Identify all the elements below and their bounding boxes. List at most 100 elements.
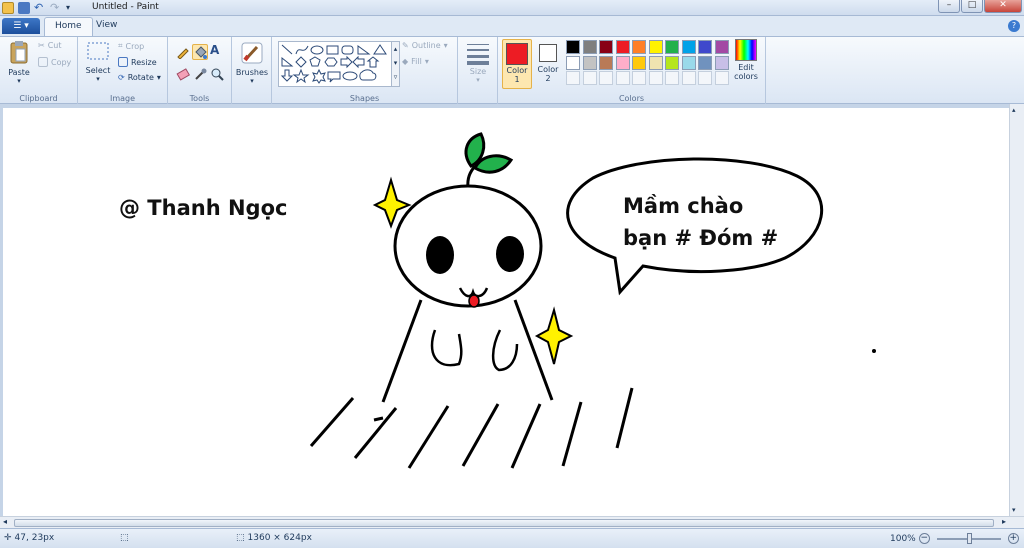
crop-label: Crop — [125, 41, 145, 51]
scroll-down-icon[interactable]: ▾ — [1012, 506, 1016, 514]
resize-label: Resize — [131, 57, 157, 67]
shapes-gallery-scroll[interactable]: ▴ ▾ ▿ — [392, 41, 400, 87]
size-button[interactable]: Size ▾ — [462, 41, 494, 84]
palette-swatch[interactable] — [665, 71, 679, 85]
minimize-button[interactable]: – — [938, 0, 960, 13]
zoom-slider-thumb[interactable] — [966, 532, 972, 544]
save-icon[interactable] — [18, 2, 30, 14]
palette-swatch[interactable] — [665, 40, 679, 54]
zoom-out-icon[interactable]: − — [918, 533, 930, 544]
shapes-group: ▴ ▾ ▿ ✎ Outline ▾ ◆ Fill ▾ Shapes — [272, 37, 458, 105]
resize-icon — [118, 57, 128, 67]
fill-icon[interactable] — [192, 44, 208, 60]
outline-dropdown-icon: ▾ — [443, 41, 448, 50]
palette-swatch[interactable] — [665, 55, 679, 70]
select-button[interactable]: Select ▾ — [84, 40, 112, 83]
palette-swatch[interactable] — [566, 71, 580, 85]
rotate-label: Rotate — [127, 73, 154, 82]
scroll-left-icon[interactable]: ◂ — [3, 517, 7, 526]
left-arm — [430, 329, 463, 367]
brushes-button[interactable]: Brushes ▾ — [235, 40, 269, 85]
zoom-level: 100% — [890, 533, 916, 544]
rotate-button[interactable]: ⟳ Rotate ▾ — [118, 73, 161, 82]
palette-swatch[interactable] — [681, 55, 696, 70]
palette-swatch[interactable] — [632, 55, 646, 70]
canvas-area: @ Thanh Ngọc Mầm chào bạn # Đóm # — [0, 104, 1024, 516]
brushes-group: Brushes ▾ — [232, 37, 272, 105]
fill-button[interactable]: ◆ Fill ▾ — [402, 57, 429, 66]
help-icon[interactable]: ? — [1008, 20, 1020, 32]
resize-button[interactable]: Resize — [118, 57, 157, 67]
palette-swatch[interactable] — [698, 71, 712, 85]
palette-swatch[interactable] — [566, 55, 580, 70]
palette-swatch[interactable] — [599, 71, 613, 85]
scroll-right-icon[interactable]: ▸ — [1002, 517, 1006, 526]
palette-swatch[interactable] — [599, 40, 613, 54]
palette-swatch[interactable] — [714, 55, 729, 70]
palette-swatch[interactable] — [648, 55, 663, 70]
bubble-text-line1: Mầm chào — [623, 194, 744, 218]
shapes-gallery[interactable] — [278, 41, 392, 87]
palette-swatch[interactable] — [582, 40, 597, 54]
horizontal-scrollbar[interactable]: ◂ ▸ — [0, 516, 1024, 528]
zoom-in-icon[interactable]: + — [1007, 533, 1019, 544]
undo-icon[interactable]: ↶ — [34, 2, 46, 14]
paint-menu-button[interactable]: ☰ ▾ — [2, 18, 40, 34]
vertical-scrollbar[interactable]: ▴ ▾ — [1009, 104, 1024, 516]
palette-swatch[interactable] — [615, 55, 630, 70]
size-group: Size ▾ — [458, 37, 498, 105]
drawing-canvas[interactable]: @ Thanh Ngọc Mầm chào bạn # Đóm # — [3, 108, 1009, 516]
colors-group-label: Colors — [618, 94, 645, 103]
paint-app-icon[interactable] — [2, 2, 14, 14]
brushes-dropdown-icon: ▾ — [250, 77, 254, 85]
palette-swatch[interactable] — [648, 71, 663, 85]
palette-swatch[interactable] — [681, 40, 696, 54]
palette-swatch[interactable] — [615, 40, 630, 54]
eraser-icon[interactable] — [176, 67, 190, 81]
scroll-up-icon[interactable]: ▴ — [1012, 106, 1016, 114]
color1-number: 1 — [514, 75, 520, 84]
palette-swatch[interactable] — [648, 40, 663, 54]
color1-button[interactable]: Color 1 — [502, 39, 532, 89]
image-dimensions: ⬚ 1360 × 624px — [236, 533, 312, 543]
edit-colors-button[interactable]: Edit colors — [732, 39, 760, 81]
palette-swatch[interactable] — [698, 55, 712, 70]
selection-size: ⬚ — [120, 533, 129, 543]
pencil-icon[interactable] — [176, 45, 190, 59]
palette-swatch[interactable] — [582, 55, 597, 70]
crop-button[interactable]: ⌗ Crop — [118, 41, 144, 51]
palette-swatch[interactable] — [698, 40, 712, 54]
redo-icon[interactable]: ↷ — [50, 2, 62, 14]
palette-swatch[interactable] — [582, 71, 597, 85]
paste-button[interactable]: Paste ▾ — [4, 40, 34, 85]
edit-colors-label-2: colors — [734, 72, 758, 81]
color-picker-icon[interactable] — [193, 67, 207, 81]
palette-swatch[interactable] — [599, 55, 613, 70]
palette-swatch[interactable] — [681, 71, 696, 85]
cut-button[interactable]: ✂ Cut — [38, 41, 62, 50]
color2-button[interactable]: Color 2 — [534, 39, 562, 89]
tab-view[interactable]: View — [86, 17, 127, 36]
palette-swatch[interactable] — [566, 40, 580, 54]
outline-button[interactable]: ✎ Outline ▾ — [402, 41, 448, 50]
stray-dot — [872, 349, 876, 353]
horizontal-scroll-thumb[interactable] — [14, 519, 994, 527]
customize-toolbar-icon[interactable]: ▾ — [66, 2, 78, 14]
palette-swatch[interactable] — [632, 40, 646, 54]
copy-button[interactable]: Copy — [38, 57, 71, 67]
image-group: Select ▾ ⌗ Crop Resize ⟳ Rotate ▾ Image — [78, 37, 168, 105]
cursor-position: ✛ 47, 23px — [4, 533, 54, 543]
palette-swatch[interactable] — [714, 40, 729, 54]
text-tool-icon[interactable]: A — [210, 43, 219, 57]
drawing-svg — [309, 132, 876, 469]
palette-swatch[interactable] — [632, 71, 646, 85]
image-size-icon: ⬚ — [236, 533, 245, 543]
palette-swatch[interactable] — [714, 71, 729, 85]
magnifier-icon[interactable] — [210, 67, 224, 81]
ground-strokes — [309, 387, 634, 469]
palette-swatch[interactable] — [615, 71, 630, 85]
maximize-button[interactable]: □ — [961, 0, 983, 13]
select-label: Select — [85, 66, 111, 75]
close-button[interactable]: ✕ — [984, 0, 1022, 13]
zoom-slider[interactable] — [936, 532, 1001, 544]
